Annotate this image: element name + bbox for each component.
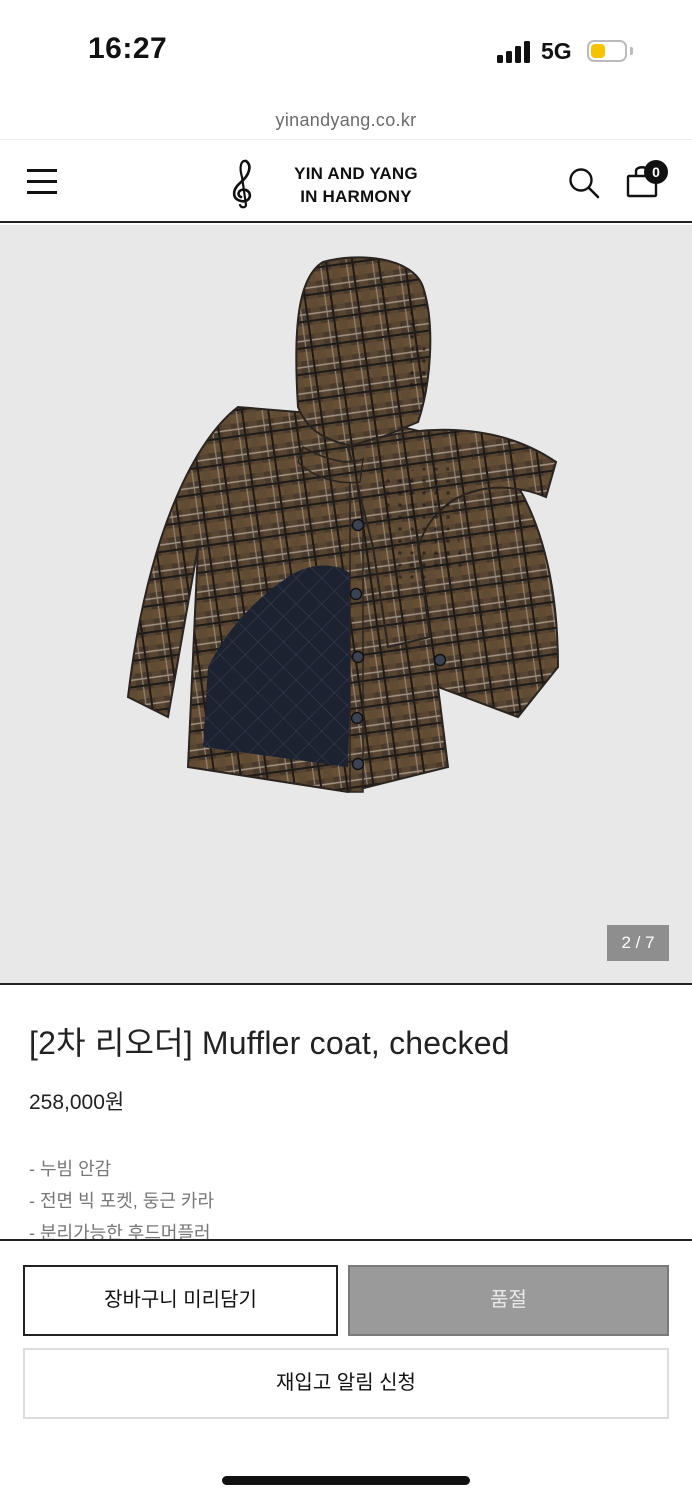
product-description: - 누빔 안감 - 전면 빅 포켓, 둥근 카라 - 분리가능한 후드머플러 [29, 1153, 669, 1239]
brand-logo[interactable]: YIN AND YANG IN HARMONY [276, 162, 436, 208]
sold-out-button[interactable]: 품절 [348, 1265, 669, 1336]
status-time: 16:27 [88, 32, 168, 65]
signal-icon [497, 41, 533, 63]
site-header: YIN AND YANG IN HARMONY [0, 139, 692, 223]
battery-icon [587, 40, 627, 62]
treble-clef-logo-icon[interactable] [222, 157, 262, 209]
restock-alert-button[interactable]: 재입고 알림 신청 [23, 1348, 669, 1419]
product-image [126, 256, 560, 794]
description-line: - 분리가능한 후드머플러 [29, 1223, 211, 1239]
battery-cap [630, 47, 633, 55]
description-line: - 전면 빅 포켓, 둥근 카라 [29, 1191, 215, 1211]
purchase-action-bar: 장바구니 미리담기 품절 재입고 알림 신청 [0, 1239, 692, 1502]
image-counter: 2 / 7 [607, 925, 669, 961]
browser-url[interactable]: yinandyang.co.kr [0, 110, 692, 131]
product-price: 258,000원 [29, 1091, 125, 1114]
brand-line-1: YIN AND YANG [294, 164, 418, 183]
product-title: [2차 리오더] Muffler coat, checked [29, 1025, 510, 1061]
home-indicator[interactable] [222, 1476, 470, 1485]
hamburger-menu-icon[interactable] [27, 168, 57, 194]
product-image-gallery[interactable]: 2 / 7 [0, 225, 692, 985]
cart-count-badge[interactable]: 0 [644, 160, 668, 184]
description-line: - 누빔 안감 [29, 1159, 112, 1179]
brand-line-2: IN HARMONY [300, 187, 412, 206]
network-type: 5G [541, 38, 572, 64]
add-to-cart-button[interactable]: 장바구니 미리담기 [23, 1265, 338, 1336]
search-icon[interactable] [568, 167, 600, 199]
status-bar: 16:27 5G [0, 0, 692, 100]
